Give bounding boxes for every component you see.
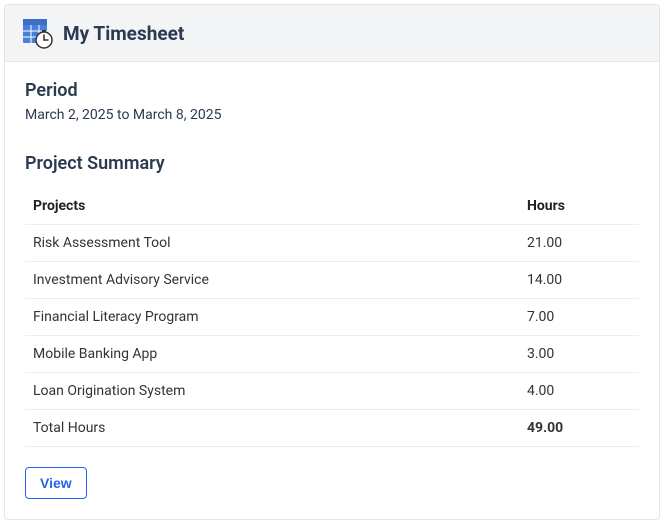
card-body: Period March 2, 2025 to March 8, 2025 Pr…: [5, 62, 659, 519]
column-header-projects: Projects: [25, 188, 519, 225]
hours-cell: 4.00: [519, 373, 639, 410]
column-header-hours: Hours: [519, 188, 639, 225]
hours-cell: 3.00: [519, 336, 639, 373]
view-button[interactable]: View: [25, 467, 87, 499]
timesheet-icon: [23, 19, 51, 47]
page-title: My Timesheet: [63, 22, 184, 45]
period-value: March 2, 2025 to March 8, 2025: [25, 107, 639, 123]
table-row: Mobile Banking App3.00: [25, 336, 639, 373]
project-cell: Financial Literacy Program: [25, 299, 519, 336]
card-header: My Timesheet: [5, 5, 659, 62]
total-hours: 49.00: [519, 410, 639, 447]
table-row: Investment Advisory Service14.00: [25, 262, 639, 299]
summary-rows: Risk Assessment Tool21.00Investment Advi…: [25, 225, 639, 410]
hours-cell: 14.00: [519, 262, 639, 299]
summary-table: Projects Hours Risk Assessment Tool21.00…: [25, 188, 639, 447]
summary-title: Project Summary: [25, 153, 639, 174]
hours-cell: 21.00: [519, 225, 639, 262]
project-cell: Risk Assessment Tool: [25, 225, 519, 262]
timesheet-card: My Timesheet Period March 2, 2025 to Mar…: [4, 4, 660, 520]
period-label: Period: [25, 80, 639, 101]
project-cell: Mobile Banking App: [25, 336, 519, 373]
total-row: Total Hours 49.00: [25, 410, 639, 447]
total-label: Total Hours: [25, 410, 519, 447]
project-cell: Loan Origination System: [25, 373, 519, 410]
hours-cell: 7.00: [519, 299, 639, 336]
project-cell: Investment Advisory Service: [25, 262, 519, 299]
table-row: Financial Literacy Program7.00: [25, 299, 639, 336]
table-row: Loan Origination System4.00: [25, 373, 639, 410]
table-row: Risk Assessment Tool21.00: [25, 225, 639, 262]
